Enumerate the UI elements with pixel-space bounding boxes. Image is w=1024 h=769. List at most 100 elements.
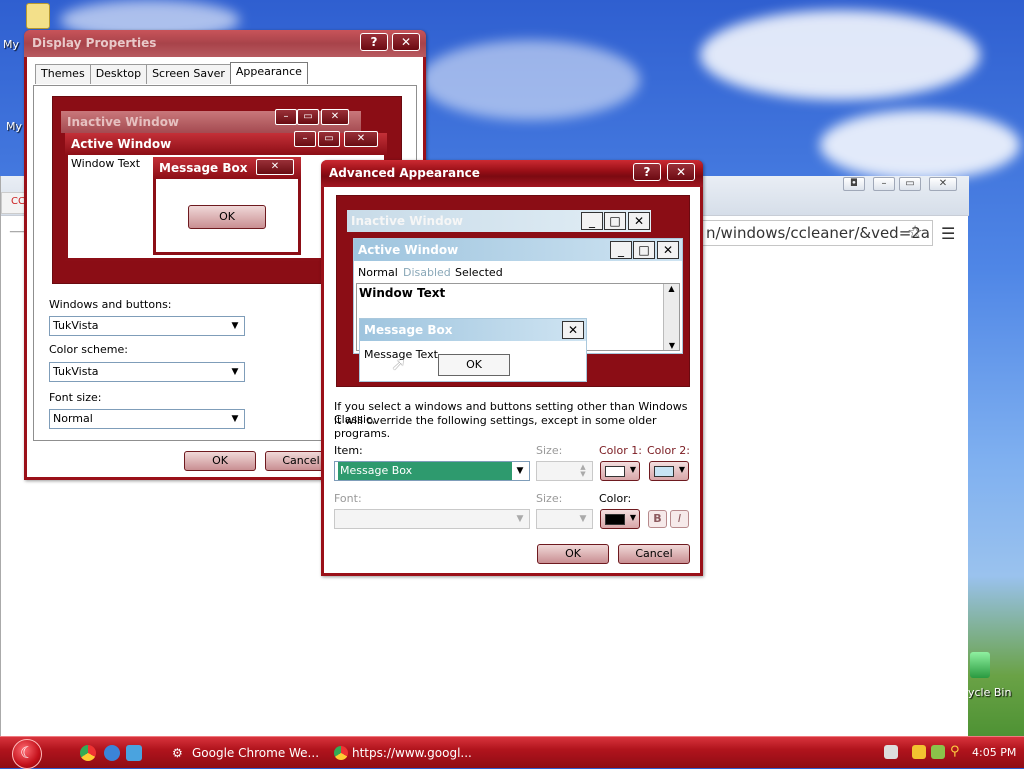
windows-buttons-select[interactable]: TukVista ▼ bbox=[49, 316, 245, 336]
chevron-down-icon: ▼ bbox=[231, 367, 239, 377]
preview-msgbox-titlebar: Message Box bbox=[360, 319, 586, 341]
tab-strip: Themes Desktop Screen Saver Appearance bbox=[35, 62, 308, 84]
minimize-icon: _ bbox=[610, 241, 632, 259]
windows-buttons-label: Windows and buttons: bbox=[49, 298, 172, 311]
crescent-star-icon: ☾ bbox=[20, 743, 35, 762]
ie-icon[interactable] bbox=[104, 745, 120, 761]
my-documents-icon[interactable] bbox=[26, 3, 50, 29]
desktop-icon-label[interactable]: My bbox=[3, 38, 19, 51]
close-icon[interactable]: ✕ bbox=[929, 177, 957, 191]
maximize-icon: ▭ bbox=[318, 131, 340, 147]
close-button[interactable]: ✕ bbox=[667, 163, 695, 181]
ok-button[interactable]: OK bbox=[184, 451, 256, 471]
font-size-select[interactable]: Normal ▼ bbox=[49, 409, 245, 429]
close-button[interactable]: ✕ bbox=[392, 33, 420, 51]
font-color-swatch bbox=[605, 514, 625, 525]
taskbar-item-chrome-settings[interactable]: ⚙ Google Chrome We... bbox=[170, 741, 320, 765]
chrome-icon[interactable] bbox=[80, 745, 96, 761]
preview-message-box: Message Box ✕ OK bbox=[153, 157, 301, 255]
minimize-icon: _ bbox=[581, 212, 603, 230]
close-icon: ✕ bbox=[562, 321, 584, 339]
font-color-label: Color: bbox=[599, 492, 632, 505]
omnibox-url: n/windows/ccleaner/&ved=2a bbox=[706, 224, 931, 242]
preview-menu-disabled: Disabled bbox=[403, 266, 451, 279]
bold-button[interactable]: B bbox=[648, 510, 667, 528]
chevron-down-icon: ▼ bbox=[579, 514, 587, 524]
color-scheme-value: TukVista bbox=[53, 365, 99, 378]
font-size-label: Font size: bbox=[49, 391, 102, 404]
item-label: Item: bbox=[334, 444, 363, 457]
size-label: Size: bbox=[536, 444, 563, 457]
clock[interactable]: 4:05 PM bbox=[972, 746, 1016, 759]
font-color-picker[interactable]: ▼ bbox=[600, 509, 640, 529]
maximize-icon: □ bbox=[633, 241, 655, 259]
network-icon[interactable] bbox=[931, 745, 945, 759]
font-size-value: Normal bbox=[53, 412, 93, 425]
preview-menu-selected: Selected bbox=[455, 266, 503, 279]
tab-screen-saver[interactable]: Screen Saver bbox=[146, 64, 231, 84]
app-icon[interactable] bbox=[126, 745, 142, 761]
chevron-down-icon: ▼ bbox=[678, 465, 685, 474]
tab-desktop[interactable]: Desktop bbox=[89, 64, 148, 84]
preview-menu-normal: Normal bbox=[358, 266, 398, 279]
sky-cloud bbox=[700, 10, 980, 100]
close-icon: ✕ bbox=[628, 212, 650, 230]
profile-icon[interactable]: ◘ bbox=[843, 177, 865, 191]
recycle-bin-label[interactable]: ycle Bin bbox=[968, 686, 1011, 699]
preview-ok-button: OK bbox=[438, 354, 510, 376]
tab-themes[interactable]: Themes bbox=[35, 64, 91, 84]
minimize-icon: – bbox=[294, 131, 316, 147]
taskbar-item-chrome-google[interactable]: https://www.googl... bbox=[330, 741, 480, 765]
bookmark-star-icon[interactable]: ☆ bbox=[907, 222, 923, 243]
italic-button[interactable]: I bbox=[670, 510, 689, 528]
chevron-down-icon: ▼ bbox=[231, 414, 239, 424]
ok-button[interactable]: OK bbox=[537, 544, 609, 564]
shield-icon[interactable] bbox=[912, 745, 926, 759]
color1-picker[interactable]: ▼ bbox=[600, 461, 640, 481]
gear-icon: ⚙ bbox=[172, 746, 183, 760]
help-button[interactable]: ? bbox=[633, 163, 661, 181]
minimize-icon[interactable]: – bbox=[873, 177, 895, 191]
preview-inactive-title: Inactive Window bbox=[67, 115, 180, 129]
close-icon: ✕ bbox=[321, 109, 349, 125]
maximize-icon[interactable]: ▭ bbox=[899, 177, 921, 191]
tab-title-fragment: CC bbox=[11, 196, 25, 207]
chrome-menu-icon[interactable]: ☰ bbox=[941, 224, 955, 243]
recycle-bin-icon[interactable] bbox=[970, 652, 990, 678]
color-scheme-select[interactable]: TukVista ▼ bbox=[49, 362, 245, 382]
start-button[interactable]: ☾ bbox=[12, 739, 42, 769]
search-icon[interactable]: ⚲ bbox=[950, 745, 964, 759]
desktop-icon-label[interactable]: My bbox=[6, 120, 22, 133]
close-icon: ✕ bbox=[657, 241, 679, 259]
chevron-down-icon: ▼ bbox=[516, 514, 524, 524]
preview-scrollbar: ▲ ▼ bbox=[663, 284, 679, 350]
advanced-appearance-titlebar: Advanced Appearance ? ✕ bbox=[321, 160, 703, 187]
font-label: Font: bbox=[334, 492, 362, 505]
preview-window-text: Window Text bbox=[71, 157, 141, 170]
tab-appearance[interactable]: Appearance bbox=[229, 62, 308, 84]
omnibox[interactable]: n/windows/ccleaner/&ved=2a bbox=[701, 220, 933, 246]
minimize-icon: – bbox=[275, 109, 297, 125]
preview-window-text: Window Text bbox=[359, 286, 446, 300]
keyboard-icon[interactable] bbox=[884, 745, 898, 759]
chevron-down-icon: ▼ bbox=[629, 513, 636, 522]
preview-msgbox-title: Message Box bbox=[364, 323, 453, 337]
close-icon: ✕ bbox=[344, 131, 378, 147]
item-select[interactable]: Message Box ▼ bbox=[334, 461, 530, 481]
window-title: Advanced Appearance bbox=[329, 166, 480, 180]
cancel-button[interactable]: Cancel bbox=[618, 544, 690, 564]
color2-picker[interactable]: ▼ bbox=[649, 461, 689, 481]
font-size-label: Size: bbox=[536, 492, 563, 505]
size-spinner: ▲ ▼ bbox=[536, 461, 593, 481]
chevron-down-icon: ▼ bbox=[231, 321, 239, 331]
mouse-cursor-icon: ➚ bbox=[391, 354, 407, 375]
advanced-appearance-window: Advanced Appearance ? ✕ Inactive Window … bbox=[321, 160, 703, 576]
scroll-down-icon: ▼ bbox=[668, 341, 676, 350]
preview-active-title: Active Window bbox=[358, 243, 459, 257]
maximize-icon: □ bbox=[604, 212, 626, 230]
scroll-up-icon: ▲ bbox=[668, 284, 675, 293]
help-button[interactable]: ? bbox=[360, 33, 388, 51]
preview-ok-button: OK bbox=[188, 205, 266, 229]
spin-arrows-icon: ▲ ▼ bbox=[580, 463, 586, 478]
windows-buttons-value: TukVista bbox=[53, 319, 99, 332]
